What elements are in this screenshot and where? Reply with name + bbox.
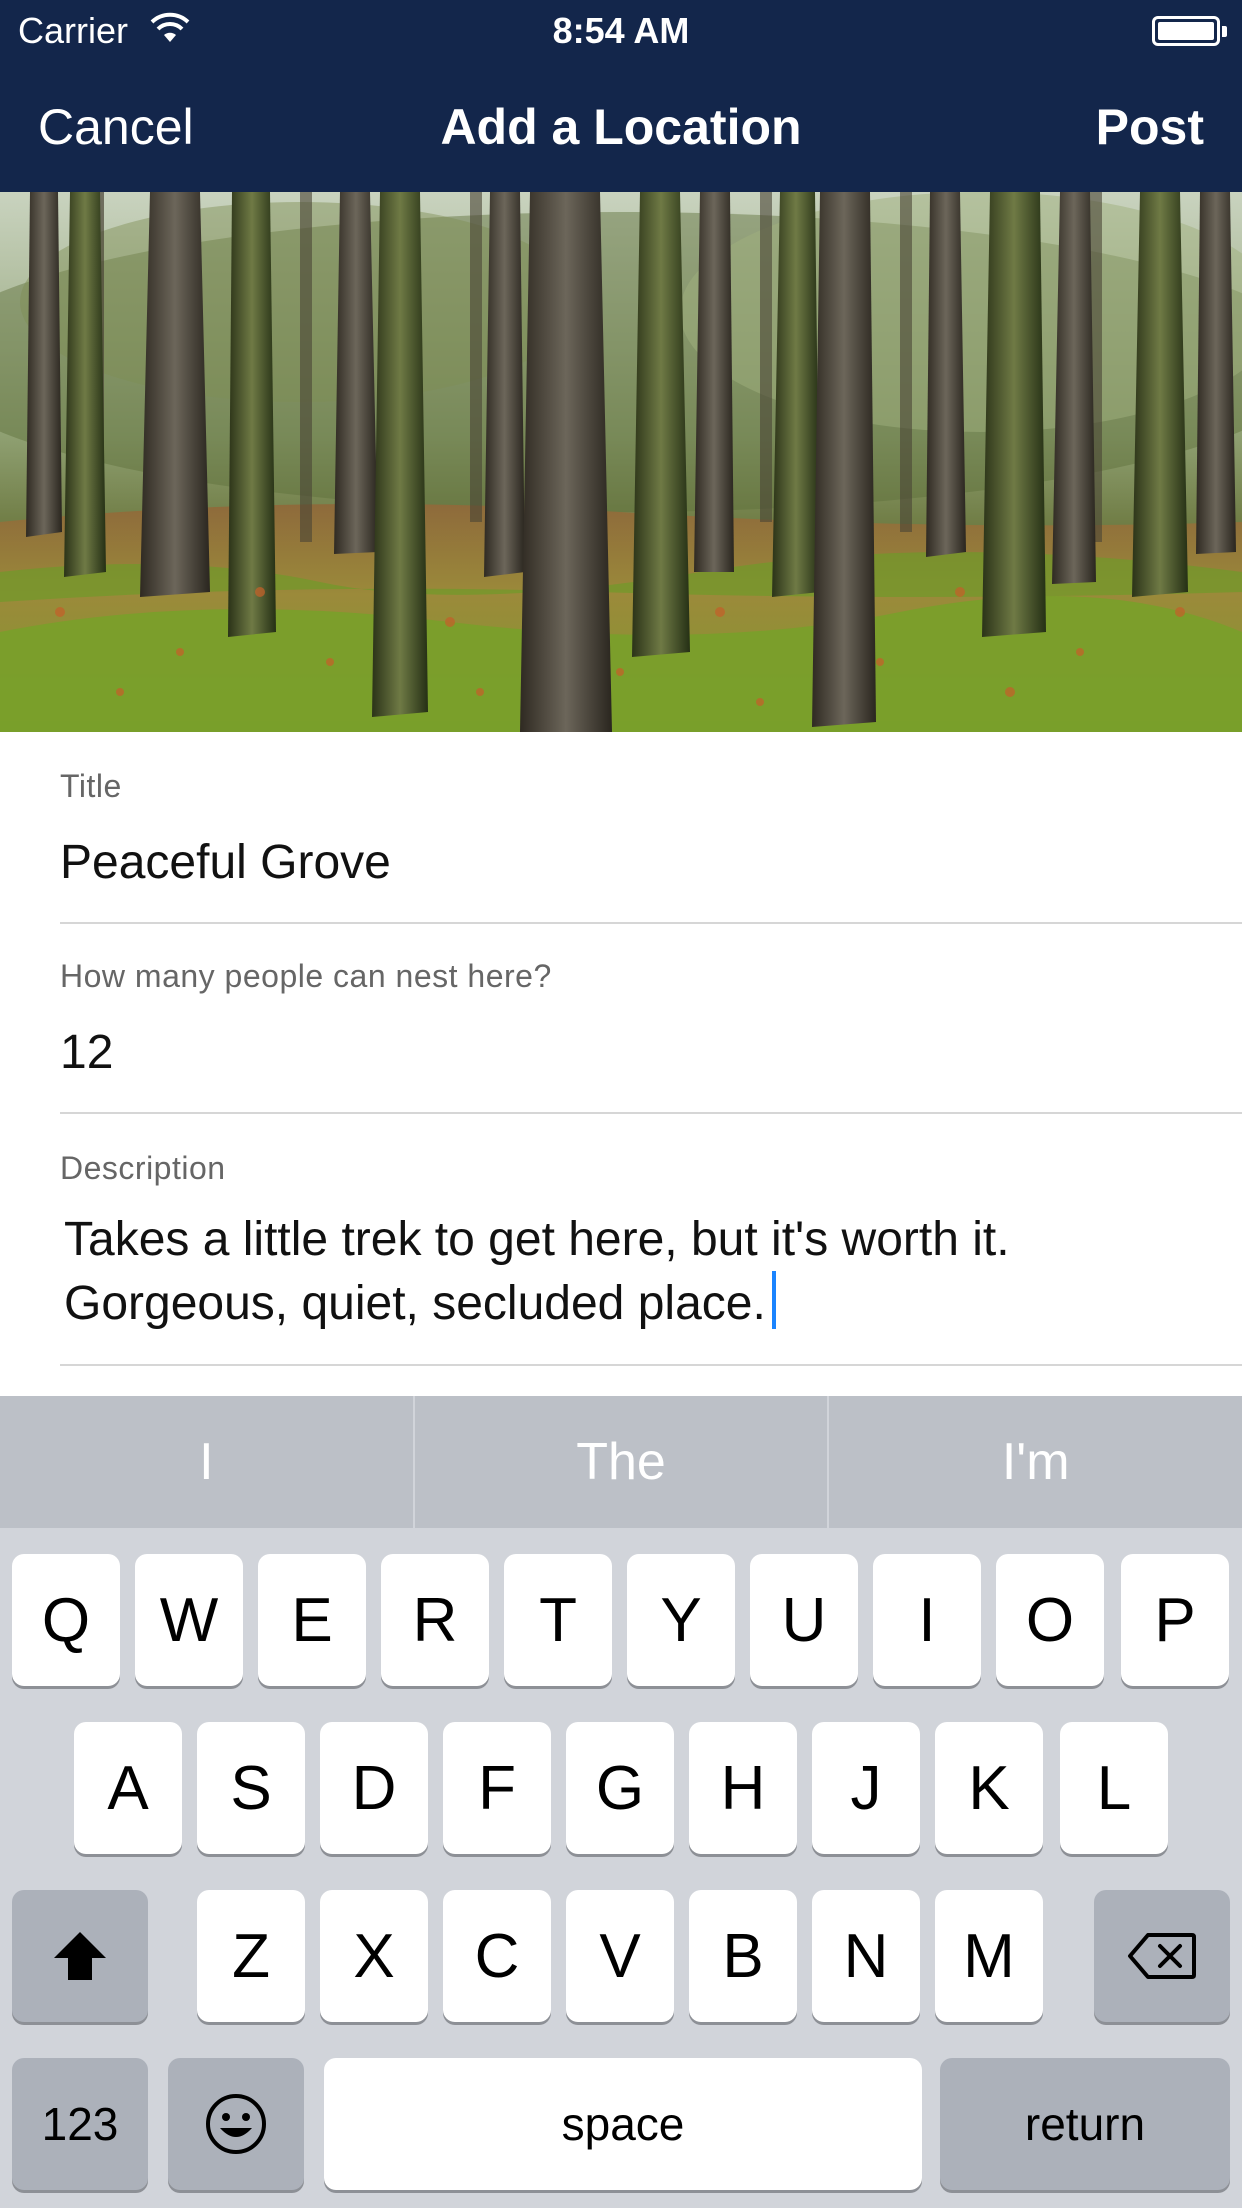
text-cursor [771, 1271, 776, 1329]
title-input[interactable]: Peaceful Grove [60, 835, 1242, 890]
key-l[interactable]: L [1060, 1722, 1168, 1854]
divider [60, 922, 1242, 924]
suggestion-1[interactable]: I [0, 1396, 415, 1528]
key-c[interactable]: C [443, 1890, 551, 2022]
key-k[interactable]: K [935, 1722, 1043, 1854]
nav-bar: Cancel Add a Location Post [0, 62, 1242, 192]
key-z[interactable]: Z [197, 1890, 305, 2022]
key-m[interactable]: M [935, 1890, 1043, 2022]
space-key[interactable]: space [324, 2058, 922, 2190]
divider [60, 1112, 1242, 1114]
key-u[interactable]: U [750, 1554, 858, 1686]
key-x[interactable]: X [320, 1890, 428, 2022]
key-v[interactable]: V [566, 1890, 674, 2022]
key-f[interactable]: F [443, 1722, 551, 1854]
key-g[interactable]: G [566, 1722, 674, 1854]
status-bar: Carrier 8:54 AM [0, 0, 1242, 62]
description-textarea[interactable]: Takes a little trek to get here, but it'… [60, 1209, 1242, 1335]
predictive-bar: I The I'm [0, 1396, 1242, 1528]
page-title: Add a Location [440, 99, 802, 155]
capacity-input[interactable]: 12 [60, 1025, 1242, 1080]
description-field[interactable]: Description Takes a little trek to get h… [60, 1150, 1242, 1366]
key-q[interactable]: Q [12, 1554, 120, 1686]
title-field[interactable]: Title Peaceful Grove [60, 768, 1242, 924]
shift-icon [54, 1932, 106, 1980]
key-j[interactable]: J [812, 1722, 920, 1854]
suggestion-2[interactable]: The [415, 1396, 830, 1528]
keyboard: I The I'm Q W E R T Y U I O P A S D F G … [0, 1396, 1242, 2208]
location-photo[interactable] [0, 192, 1242, 732]
key-d[interactable]: D [320, 1722, 428, 1854]
suggestion-3[interactable]: I'm [829, 1396, 1242, 1528]
key-y[interactable]: Y [627, 1554, 735, 1686]
backspace-key[interactable] [1094, 1890, 1230, 2022]
capacity-field[interactable]: How many people can nest here? 12 [60, 958, 1242, 1114]
key-r[interactable]: R [381, 1554, 489, 1686]
title-label: Title [60, 768, 122, 804]
key-p[interactable]: P [1121, 1554, 1229, 1686]
key-e[interactable]: E [258, 1554, 366, 1686]
key-w[interactable]: W [135, 1554, 243, 1686]
key-b[interactable]: B [689, 1890, 797, 2022]
description-line-2: Gorgeous, quiet, secluded place. [64, 1271, 1242, 1335]
shift-key[interactable] [12, 1890, 148, 2022]
post-button[interactable]: Post [1096, 98, 1204, 156]
emoji-icon [206, 2094, 266, 2154]
key-t[interactable]: T [504, 1554, 612, 1686]
clock: 8:54 AM [552, 10, 690, 51]
key-o[interactable]: O [996, 1554, 1104, 1686]
description-label: Description [60, 1150, 226, 1186]
key-n[interactable]: N [812, 1890, 920, 2022]
key-a[interactable]: A [74, 1722, 182, 1854]
key-i[interactable]: I [873, 1554, 981, 1686]
key-h[interactable]: H [689, 1722, 797, 1854]
capacity-label: How many people can nest here? [60, 958, 552, 994]
key-s[interactable]: S [197, 1722, 305, 1854]
forest-image [0, 192, 1242, 732]
battery-icon [1152, 16, 1227, 46]
return-key[interactable]: return [940, 2058, 1230, 2190]
backspace-icon [1128, 1933, 1196, 1979]
description-line-2-text: Gorgeous, quiet, secluded place. [64, 1277, 766, 1330]
description-line-1: Takes a little trek to get here, but it'… [64, 1213, 1010, 1266]
numbers-key[interactable]: 123 [12, 2058, 148, 2190]
navigation-header: Carrier 8:54 AM Cancel Add a Location Po… [0, 0, 1242, 192]
divider [60, 1364, 1242, 1366]
emoji-key[interactable] [168, 2058, 304, 2190]
